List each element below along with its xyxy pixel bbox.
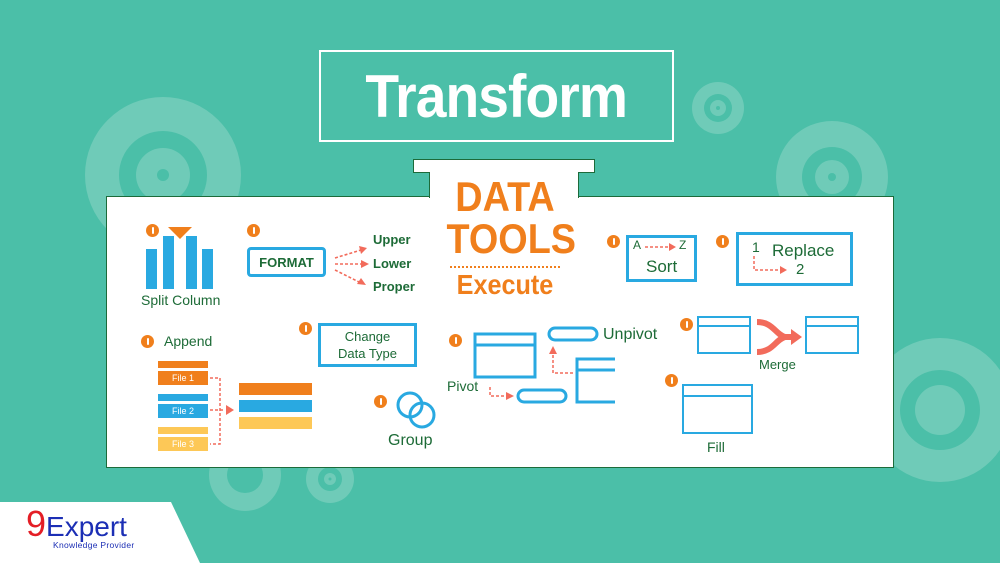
center-heading: DATA TOOLS Execute xyxy=(440,173,577,300)
pivot-label: Pivot xyxy=(447,378,479,394)
merge-label: Merge xyxy=(759,357,796,372)
format-arrows xyxy=(334,246,369,285)
file-3: File 3 xyxy=(158,437,208,451)
logo-brand: Expert xyxy=(46,511,127,542)
info-badge-icon xyxy=(607,235,620,248)
format-label: FORMAT xyxy=(259,254,314,270)
change-type-line1: Change xyxy=(344,329,391,344)
append-label: Append xyxy=(164,333,213,349)
sort-arrow-icon xyxy=(645,243,676,251)
unpivot-label: Unpivot xyxy=(603,326,658,343)
replace-to: 2 xyxy=(796,261,805,278)
replace-arrow-icon xyxy=(753,256,787,274)
format-option-proper: Proper xyxy=(373,279,415,294)
fill-label: Fill xyxy=(707,439,725,455)
file-1-header xyxy=(158,361,208,368)
info-badge-icon xyxy=(665,374,678,387)
format-box: FORMAT xyxy=(247,247,326,277)
split-column-label: Split Column xyxy=(141,292,221,308)
container-lid xyxy=(413,159,595,173)
group-label: Group xyxy=(388,432,433,449)
format-option-upper: Upper xyxy=(373,232,411,247)
appended-row-2 xyxy=(239,400,312,412)
center-line-execute: Execute xyxy=(456,269,554,300)
file-2-header xyxy=(158,394,208,401)
sort-to: Z xyxy=(679,238,687,252)
split-column-icon xyxy=(146,227,213,289)
center-divider xyxy=(450,266,560,268)
center-line-tools: TOOLS xyxy=(446,215,577,262)
info-badge-icon xyxy=(247,224,260,237)
merge-arrow-icon xyxy=(756,319,802,355)
file-3-header xyxy=(158,427,208,434)
file-1: File 1 xyxy=(158,371,208,385)
replace-from: 1 xyxy=(752,239,760,255)
gear-icon xyxy=(692,82,744,134)
info-badge-icon xyxy=(374,395,387,408)
logo-tagline: Knowledge Provider xyxy=(53,540,135,550)
pivot-diagram xyxy=(473,326,615,404)
merge-table-left xyxy=(697,316,751,354)
info-badge-icon xyxy=(141,335,154,348)
appended-row-3 xyxy=(239,417,312,429)
info-badge-icon xyxy=(299,322,312,335)
change-type-box: Change Data Type xyxy=(318,323,417,367)
file-2: File 2 xyxy=(158,404,208,418)
format-option-lower: Lower xyxy=(373,256,412,271)
info-badge-icon xyxy=(449,334,462,347)
fill-table xyxy=(682,384,753,434)
logo: 9Expert Knowledge Provider xyxy=(26,503,134,551)
info-badge-icon xyxy=(680,318,693,331)
appended-row-1 xyxy=(239,383,312,395)
append-bracket-arrow xyxy=(210,377,234,445)
center-line-data: DATA xyxy=(455,173,555,220)
change-type-line2: Data Type xyxy=(337,346,398,361)
group-icon xyxy=(396,391,436,429)
info-badge-icon xyxy=(716,235,729,248)
title-banner: Transform xyxy=(319,50,674,142)
logo-digit: 9 xyxy=(26,503,47,544)
sort-from: A xyxy=(633,238,642,252)
sort-label: Sort xyxy=(646,257,678,276)
merge-table-right xyxy=(805,316,859,354)
page-title: Transform xyxy=(365,62,629,130)
